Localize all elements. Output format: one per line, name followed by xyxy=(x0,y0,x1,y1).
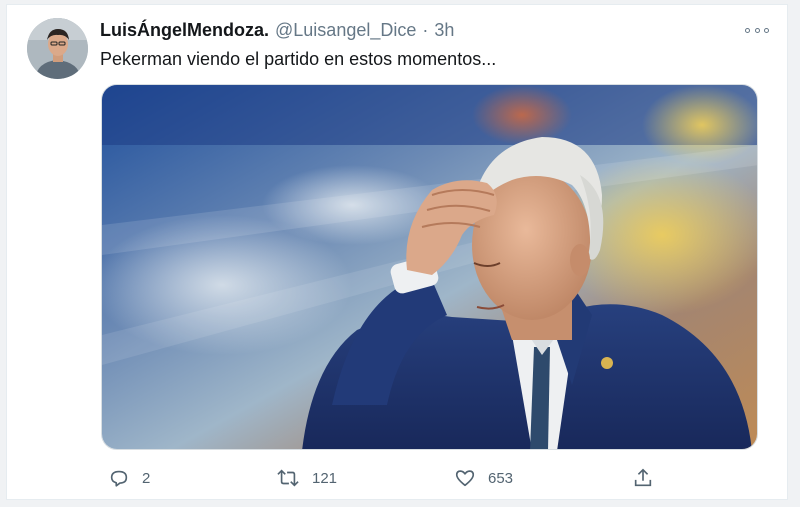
more-dot xyxy=(764,27,769,33)
more-dot xyxy=(754,27,760,33)
display-name[interactable]: LuisÁngelMendoza. xyxy=(100,18,269,42)
retweet-icon xyxy=(277,469,299,487)
tweet-header: LuisÁngelMendoza. @Luisangel_Dice · 3h xyxy=(100,18,727,42)
heart-icon xyxy=(455,470,475,487)
reply-icon xyxy=(110,470,128,487)
tweet-photo[interactable] xyxy=(101,84,758,450)
tweet-text: Pekerman viendo el partido en estos mome… xyxy=(100,49,497,69)
more-dot xyxy=(745,27,750,33)
share-button[interactable] xyxy=(632,465,654,491)
avatar-image xyxy=(27,18,88,79)
reply-count: 2 xyxy=(142,469,151,487)
separator-dot: · xyxy=(422,20,429,40)
like-button[interactable]: 653 xyxy=(454,465,513,491)
tweet-card[interactable]: LuisÁngelMendoza. @Luisangel_Dice · 3h P… xyxy=(6,4,788,500)
share-icon xyxy=(634,468,652,487)
avatar[interactable] xyxy=(27,18,88,79)
user-handle[interactable]: @Luisangel_Dice xyxy=(275,18,416,42)
reply-button[interactable]: 2 xyxy=(108,465,150,491)
photo-icon xyxy=(102,85,757,449)
tweet-actions: 2 121 653 xyxy=(100,465,660,491)
retweet-count: 121 xyxy=(312,469,338,487)
timestamp[interactable]: 3h xyxy=(434,18,454,42)
retweet-button[interactable]: 121 xyxy=(276,465,337,491)
like-count: 653 xyxy=(488,469,514,487)
more-icon[interactable] xyxy=(745,23,769,37)
